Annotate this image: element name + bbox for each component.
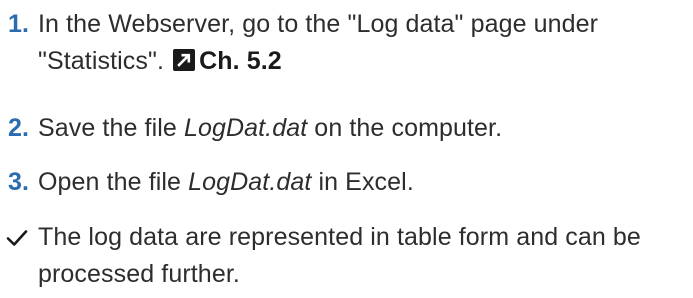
- file-name: LogDat.dat: [183, 114, 308, 142]
- step-text: Open the file LogDat.dat in Excel.: [38, 164, 685, 201]
- chapter-reference-link[interactable]: Ch. 5.2: [171, 47, 282, 75]
- result-text: The log data are represented in table fo…: [38, 223, 641, 288]
- arrow-link-icon: [173, 49, 196, 71]
- step-instruction: Open the file: [38, 168, 189, 196]
- step-number: 2.: [8, 114, 30, 142]
- file-name: LogDat.dat: [188, 168, 312, 196]
- step-instruction: In the Webserver, go to the "Log data" p…: [38, 10, 599, 75]
- step-number: 3.: [8, 168, 30, 196]
- step-text: Save the file LogDat.dat on the computer…: [38, 110, 685, 147]
- checkmark-icon: [6, 230, 28, 246]
- chapter-reference-label: Ch. 5.2: [199, 47, 282, 75]
- step-text: In the Webserver, go to the "Log data" p…: [38, 6, 685, 80]
- step-instruction: Save the file: [38, 114, 184, 142]
- step-instruction-end: in Excel.: [311, 168, 414, 196]
- instruction-list: 1. In the Webserver, go to the "Log data…: [0, 0, 693, 298]
- step-instruction-end: on the computer.: [307, 114, 503, 142]
- step-number: 1.: [8, 10, 30, 38]
